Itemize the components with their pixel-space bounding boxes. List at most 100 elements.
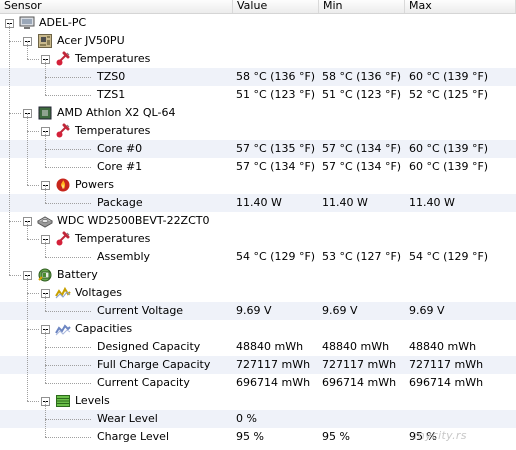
column-sensor[interactable]: Sensor xyxy=(0,0,233,13)
motherboard-icon xyxy=(37,33,53,49)
sensor-group[interactable]: Voltages xyxy=(0,284,516,302)
thermometer-icon xyxy=(55,231,71,247)
sensor-value: 95 % xyxy=(236,430,264,443)
tree-connector xyxy=(45,131,46,167)
tree-connector xyxy=(45,203,91,204)
column-min[interactable]: Min xyxy=(319,0,405,13)
group-name: Temperatures xyxy=(75,52,151,65)
sensor-value: 57 °C (135 °F) xyxy=(236,142,316,155)
sensor-value: 57 °C (134 °F) xyxy=(236,160,316,173)
sensor-name: Full Charge Capacity xyxy=(97,358,211,371)
sensor-max: 60 °C (139 °F) xyxy=(409,160,489,173)
tree-connector xyxy=(45,149,91,150)
sensor-name: Current Capacity xyxy=(97,376,190,389)
sensor-name: Charge Level xyxy=(97,430,170,443)
sensor-group[interactable]: Powers xyxy=(0,176,516,194)
sensor-max: 52 °C (125 °F) xyxy=(409,88,489,101)
tree-connector xyxy=(9,221,21,222)
group-name: Capacities xyxy=(75,322,133,335)
group-name: Temperatures xyxy=(75,124,151,137)
sensor-max: 54 °C (129 °F) xyxy=(409,250,489,263)
sensor-min: 95 % xyxy=(322,430,350,443)
watermark: mycity.rs xyxy=(414,429,467,442)
device-name: WDC WD2500BEVT-22ZCT0 xyxy=(57,214,210,227)
tree-connector xyxy=(27,275,28,401)
sensor-group[interactable]: Temperatures xyxy=(0,50,516,68)
tree-connector xyxy=(27,59,39,60)
sensor-max: 60 °C (139 °F) xyxy=(409,142,489,155)
tree-connector xyxy=(45,365,91,366)
sensor-group[interactable]: Capacities xyxy=(0,320,516,338)
tree-connector xyxy=(45,401,46,437)
sensor-value: 0 % xyxy=(236,412,257,425)
tree-connector xyxy=(45,347,91,348)
sensor-name: Designed Capacity xyxy=(97,340,201,353)
sensor-min: 9.69 V xyxy=(322,304,358,317)
device-node[interactable]: WDC WD2500BEVT-22ZCT0 xyxy=(0,212,516,230)
sensor-min: 57 °C (134 °F) xyxy=(322,142,402,155)
sensor-min: 51 °C (123 °F) xyxy=(322,88,402,101)
tree-connector xyxy=(45,95,91,96)
sensor-value: 11.40 W xyxy=(236,196,282,209)
column-max[interactable]: Max xyxy=(405,0,516,13)
sensor-min: 727117 mWh xyxy=(322,358,397,371)
cpu-icon xyxy=(37,105,53,121)
tree-connector xyxy=(45,311,91,312)
group-name: Levels xyxy=(75,394,110,407)
sensor-min: 696714 mWh xyxy=(322,376,397,389)
sensor-max: 9.69 V xyxy=(409,304,445,317)
sensor-group[interactable]: Levels xyxy=(0,392,516,410)
tree-connector xyxy=(27,131,39,132)
tree-connector xyxy=(9,113,21,114)
device-node[interactable]: Battery xyxy=(0,266,516,284)
sensor-min: 53 °C (127 °F) xyxy=(322,250,402,263)
tree-connector xyxy=(45,239,46,257)
sensor-value: 696714 mWh xyxy=(236,376,311,389)
sensor-max: 48840 mWh xyxy=(409,340,477,353)
tree-connector xyxy=(45,437,91,438)
sensor-value: 54 °C (129 °F) xyxy=(236,250,316,263)
tree-connector xyxy=(27,401,39,402)
device-node[interactable]: AMD Athlon X2 QL-64 xyxy=(0,104,516,122)
tree-connector xyxy=(45,185,46,203)
sensor-name: TZS0 xyxy=(97,70,126,83)
sensor-value: 48840 mWh xyxy=(236,340,304,353)
sensor-name: Wear Level xyxy=(97,412,158,425)
thermometer-icon xyxy=(55,123,71,139)
tree-connector xyxy=(27,221,28,239)
sensor-max: 727117 mWh xyxy=(409,358,484,371)
tree-connector xyxy=(9,41,21,42)
sensor-group[interactable]: Temperatures xyxy=(0,122,516,140)
sensor-name: Core #0 xyxy=(97,142,143,155)
sensor-value: 727117 mWh xyxy=(236,358,311,371)
hard-drive-icon xyxy=(37,213,53,229)
thermometer-icon xyxy=(55,51,71,67)
group-name: Voltages xyxy=(75,286,122,299)
sensor-name: Core #1 xyxy=(97,160,143,173)
group-name: Powers xyxy=(75,178,114,191)
tree-root[interactable]: ADEL-PC xyxy=(0,14,516,32)
tree-connector xyxy=(45,419,91,420)
tree-connector xyxy=(27,329,39,330)
sensor-value: 9.69 V xyxy=(236,304,272,317)
root-label: ADEL-PC xyxy=(39,16,87,29)
device-node[interactable]: Acer JV50PU xyxy=(0,32,516,50)
sensor-max: 696714 mWh xyxy=(409,376,484,389)
levels-icon xyxy=(55,393,71,409)
tree-connector xyxy=(27,41,28,59)
column-value[interactable]: Value xyxy=(233,0,319,13)
sensor-max: 11.40 W xyxy=(409,196,455,209)
tree-connector xyxy=(9,275,21,276)
sensor-max: 60 °C (139 °F) xyxy=(409,70,489,83)
device-name: Battery xyxy=(57,268,98,281)
tree-connector xyxy=(27,239,39,240)
battery-icon xyxy=(37,267,53,283)
tree-connector xyxy=(45,77,91,78)
tree-connector xyxy=(45,59,46,95)
sensor-group[interactable]: Temperatures xyxy=(0,230,516,248)
sensor-name: TZS1 xyxy=(97,88,126,101)
sensor-value: 58 °C (136 °F) xyxy=(236,70,316,83)
sensor-name: Package xyxy=(97,196,143,209)
sensor-min: 48840 mWh xyxy=(322,340,390,353)
device-name: Acer JV50PU xyxy=(57,34,125,47)
